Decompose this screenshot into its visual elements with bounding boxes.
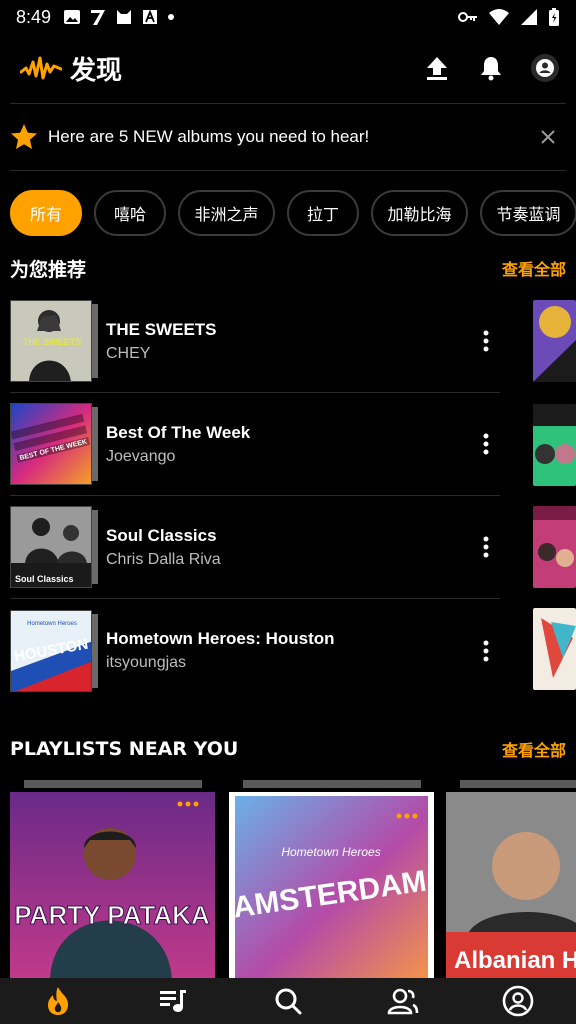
item-title: Best Of The Week: [106, 422, 251, 442]
more-vertical-icon: [483, 330, 489, 352]
item-title: Hometown Heroes: Houston: [106, 629, 335, 648]
more-vertical-icon: [483, 536, 489, 558]
page-title: 发现: [70, 55, 123, 86]
bell-icon: [481, 57, 501, 81]
item-title: THE SWEETS: [106, 319, 217, 339]
playlists-carousel: PARTY PATAKA Hometown Heroes AMSTERDAM A…: [10, 780, 576, 978]
next-column-cover[interactable]: [533, 300, 576, 382]
cover-text: PARTY PATAKA: [14, 900, 210, 930]
key-icon: [458, 12, 477, 22]
list-item[interactable]: BEST OF THE WEEK Best Of The Week Joevan…: [10, 393, 500, 496]
upload-icon: [427, 57, 447, 80]
chip-caribbean[interactable]: 加勒比海: [371, 190, 468, 236]
item-artist: Chris Dalla Riva: [106, 550, 221, 568]
seven-icon: [91, 10, 106, 25]
audiomack-logo: [20, 56, 62, 80]
status-time: 8:49: [16, 6, 52, 27]
playlist-cover: Albanian Hits: [446, 792, 576, 978]
section-title: PLAYLISTS NEAR YOU: [10, 738, 239, 760]
chip-hiphop[interactable]: 嘻哈: [94, 190, 166, 236]
playlist-card[interactable]: Hometown Heroes AMSTERDAM: [229, 780, 434, 978]
more-vertical-icon: [483, 640, 489, 661]
bottom-navigation: [0, 978, 576, 1024]
album-art: Soul Classics: [10, 506, 98, 588]
cover-text: Soul Classics: [15, 574, 74, 584]
banner-text: Here are 5 NEW albums you need to hear!: [48, 127, 370, 146]
recommended-header: 为您推荐 查看全部: [10, 252, 566, 284]
flame-icon: [47, 987, 68, 1015]
nav-playlists[interactable]: [115, 978, 230, 1024]
banner-close-button[interactable]: [536, 125, 560, 149]
album-art: THE SWEETS: [10, 300, 98, 382]
nav-discover[interactable]: [0, 978, 115, 1024]
upload-button[interactable]: [422, 53, 452, 83]
search-icon: [275, 988, 302, 1015]
playlist-card[interactable]: PARTY PATAKA: [10, 780, 215, 978]
cover-subtext: Hometown Heroes: [281, 845, 380, 859]
wifi-icon: [489, 9, 509, 25]
next-column-cover[interactable]: [533, 506, 576, 588]
genre-chips: 所有 嘻哈 非洲之声 拉丁 加勒比海 节奏蓝调: [10, 190, 576, 238]
recommended-list: THE SWEETS THE SWEETS CHEY BEST OF THE W…: [10, 290, 500, 702]
list-item[interactable]: THE SWEETS THE SWEETS CHEY: [10, 290, 500, 393]
album-art: BEST OF THE WEEK: [10, 403, 98, 485]
playlist-card[interactable]: Albanian Hits: [446, 780, 576, 978]
account-icon: [531, 54, 559, 82]
app-header: 发现: [0, 34, 576, 102]
cat-icon: [117, 10, 132, 24]
font-icon: [143, 9, 158, 24]
playlists-header: PLAYLISTS NEAR YOU 查看全部: [10, 733, 566, 765]
chip-afrosounds[interactable]: 非洲之声: [178, 190, 275, 236]
battery-icon: [549, 8, 559, 26]
cover-text: Albanian Hits: [454, 947, 576, 974]
account-circle-icon: [503, 985, 534, 1017]
more-options-button[interactable]: [472, 527, 500, 567]
more-options-button[interactable]: [472, 424, 500, 464]
see-all-link[interactable]: 查看全部: [502, 256, 566, 280]
chip-latin[interactable]: 拉丁: [287, 190, 359, 236]
item-artist: Joevango: [106, 447, 176, 465]
album-art: Hometown Heroes HOUSTON: [10, 609, 98, 692]
status-bar: 8:49: [0, 0, 576, 34]
signal-icon: [521, 9, 537, 25]
more-options-button[interactable]: [472, 631, 500, 671]
chip-all[interactable]: 所有: [10, 190, 82, 236]
more-options-button[interactable]: [472, 321, 500, 361]
close-icon: [541, 130, 555, 144]
nav-feed[interactable]: [346, 978, 461, 1024]
more-vertical-icon: [483, 433, 489, 455]
chip-rnb[interactable]: 节奏蓝调: [480, 190, 576, 236]
item-artist: itsyoungjas: [106, 654, 187, 671]
next-column-cover[interactable]: [533, 608, 576, 690]
list-item[interactable]: Hometown Heroes HOUSTON Hometown Heroes:…: [10, 599, 500, 702]
banner-divider: [10, 170, 566, 171]
see-all-link[interactable]: 查看全部: [502, 737, 566, 761]
status-notification-icons: [63, 8, 175, 26]
next-column-cover[interactable]: [533, 404, 576, 486]
playlist-icon: [159, 990, 186, 1012]
nav-search[interactable]: [230, 978, 345, 1024]
list-item[interactable]: Soul Classics Soul Classics Chris Dalla …: [10, 496, 500, 599]
notifications-button[interactable]: [476, 53, 506, 83]
section-title: 为您推荐: [10, 258, 87, 281]
nav-my-library[interactable]: [461, 978, 576, 1024]
cover-text: THE SWEETS: [23, 337, 82, 347]
playlist-cover: Hometown Heroes AMSTERDAM: [229, 792, 434, 978]
dot-icon: [168, 14, 175, 20]
item-title: Soul Classics: [106, 525, 217, 545]
account-button[interactable]: [530, 53, 560, 83]
cover-subtext: Hometown Heroes: [27, 621, 77, 627]
people-icon: [387, 988, 419, 1015]
image-icon: [64, 10, 81, 24]
item-artist: CHEY: [106, 344, 151, 362]
playlist-cover: PARTY PATAKA: [10, 792, 215, 978]
promo-banner[interactable]: Here are 5 NEW albums you need to hear!: [0, 104, 576, 170]
star-icon: [11, 124, 37, 149]
